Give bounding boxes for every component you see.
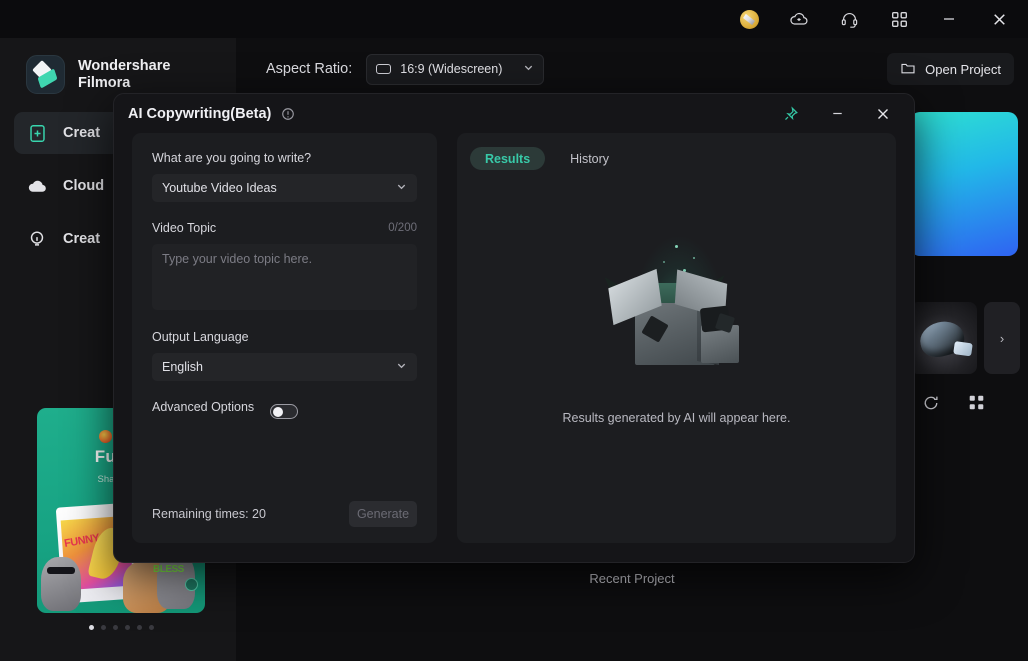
video-topic-input[interactable]: Type your video topic here.	[152, 244, 417, 310]
brand-name-line1: Wondershare	[78, 58, 170, 75]
results-panel: Results History	[457, 133, 896, 543]
empty-state: Results generated by AI will appear here…	[457, 243, 896, 425]
idea-bulb-icon	[26, 228, 48, 250]
cloud-download-icon[interactable]	[784, 5, 814, 33]
advanced-options-row: Advanced Options	[152, 400, 417, 423]
dialog-controls	[778, 102, 904, 126]
dialog-title: AI Copywriting(Beta)	[128, 106, 271, 122]
results-tabs: Results History	[457, 147, 896, 170]
carousel-dot[interactable]	[149, 625, 154, 630]
carousel-dot[interactable]	[89, 625, 94, 630]
generate-button[interactable]: Generate	[349, 501, 417, 527]
info-icon[interactable]	[281, 107, 295, 121]
aspect-ratio-label: Aspect Ratio:	[266, 61, 352, 77]
new-project-icon	[26, 122, 48, 144]
title-bar-icons	[734, 5, 1028, 33]
account-avatar-icon[interactable]	[734, 5, 764, 33]
sidebar-item-label: Cloud	[63, 178, 104, 194]
open-box-icon	[597, 243, 757, 383]
form-footer: Remaining times: 20 Generate	[152, 501, 417, 527]
title-bar	[0, 0, 1028, 38]
tab-results[interactable]: Results	[470, 147, 545, 170]
video-topic-counter: 0/200	[388, 222, 417, 234]
template-thumb-row: ›	[910, 302, 1020, 374]
cloud-icon	[26, 175, 48, 197]
chevron-right-icon: ›	[1000, 331, 1004, 346]
filmora-launcher-window: Wondershare Filmora Creat	[0, 0, 1028, 661]
support-headset-icon[interactable]	[834, 5, 864, 33]
advanced-options-toggle[interactable]	[270, 404, 298, 419]
empty-state-text: Results generated by AI will appear here…	[563, 411, 791, 425]
template-thumbnail[interactable]	[910, 302, 977, 374]
dialog-header: AI Copywriting(Beta)	[114, 94, 914, 133]
filmora-logo-icon	[26, 55, 65, 94]
sidebar-item-label: Creat	[63, 125, 100, 141]
brand: Wondershare Filmora	[0, 38, 236, 94]
dialog-body: What are you going to write? Youtube Vid…	[114, 133, 914, 561]
next-arrow-button[interactable]: ›	[984, 302, 1020, 374]
ai-copywriting-dialog: AI Copywriting(Beta)	[113, 93, 915, 563]
hero-preview-card[interactable]	[910, 112, 1018, 256]
prompt-type-label: What are you going to write?	[152, 151, 417, 165]
promo-neon-text: BLESS	[153, 564, 184, 575]
remaining-times-label: Remaining times: 20	[152, 507, 266, 521]
tab-history[interactable]: History	[555, 147, 624, 170]
carousel-dot[interactable]	[101, 625, 106, 630]
aspect-ratio-value: 16:9 (Widescreen)	[400, 62, 502, 76]
refresh-icon[interactable]	[922, 394, 940, 417]
brand-name-line2: Filmora	[78, 75, 170, 92]
promo-badge-icon	[185, 578, 198, 591]
rail-tools	[922, 394, 985, 417]
video-topic-header: Video Topic 0/200	[152, 221, 417, 235]
carousel-dot[interactable]	[125, 625, 130, 630]
emoji-icon	[99, 430, 112, 443]
pin-icon[interactable]	[778, 102, 804, 126]
chevron-down-icon	[396, 181, 407, 195]
close-icon[interactable]	[984, 5, 1014, 33]
monitor-icon	[376, 64, 391, 74]
open-project-button[interactable]: Open Project	[887, 53, 1014, 85]
recent-project-label: Recent Project	[236, 571, 1028, 586]
video-topic-label: Video Topic	[152, 221, 216, 235]
output-language-label: Output Language	[152, 330, 417, 344]
open-project-label: Open Project	[925, 62, 1001, 77]
form-panel: What are you going to write? Youtube Vid…	[132, 133, 437, 543]
folder-icon	[900, 60, 916, 79]
sidebar-item-label: Creat	[63, 231, 100, 247]
close-icon[interactable]	[870, 102, 896, 126]
prompt-type-value: Youtube Video Ideas	[162, 181, 277, 195]
main-toolbar: Aspect Ratio: 16:9 (Widescreen) Open Pro…	[236, 38, 1028, 100]
minimize-icon[interactable]	[824, 102, 850, 126]
carousel-dot[interactable]	[113, 625, 118, 630]
chevron-down-icon	[523, 62, 534, 76]
minimize-icon[interactable]	[934, 5, 964, 33]
grid-view-icon[interactable]	[968, 394, 985, 417]
carousel-dot[interactable]	[137, 625, 142, 630]
advanced-options-label: Advanced Options	[152, 400, 254, 414]
apps-grid-icon[interactable]	[884, 5, 914, 33]
carousel-dots[interactable]	[37, 625, 205, 630]
chevron-down-icon	[396, 360, 407, 374]
output-language-value: English	[162, 360, 203, 374]
aspect-ratio-select[interactable]: 16:9 (Widescreen)	[366, 54, 544, 85]
output-language-select[interactable]: English	[152, 353, 417, 381]
prompt-type-select[interactable]: Youtube Video Ideas	[152, 174, 417, 202]
